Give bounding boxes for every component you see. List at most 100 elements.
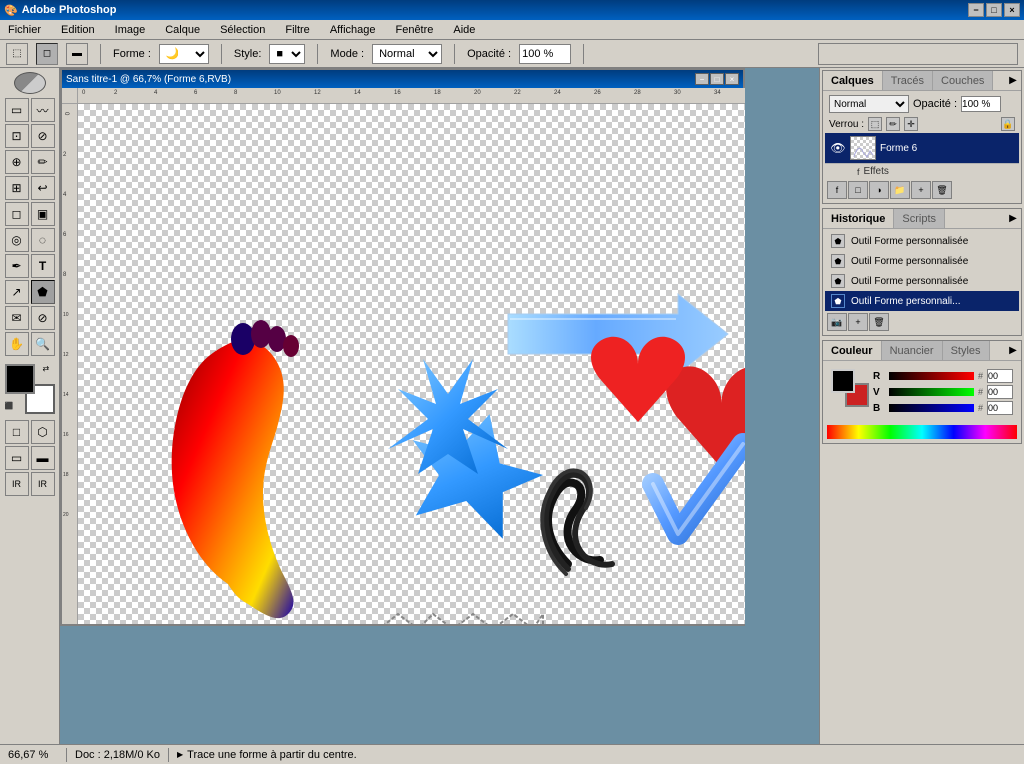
brush-tool[interactable]: ✏ bbox=[31, 150, 55, 174]
layer-style-button[interactable]: f bbox=[827, 181, 847, 199]
text-tool[interactable]: T bbox=[31, 254, 55, 278]
zoom-tool[interactable]: 🔍 bbox=[31, 332, 55, 356]
history-item-1[interactable]: ⬟ Outil Forme personnalisée bbox=[825, 231, 1019, 251]
menu-selection[interactable]: Sélection bbox=[216, 22, 269, 38]
menu-filtre[interactable]: Filtre bbox=[281, 22, 313, 38]
menu-calque[interactable]: Calque bbox=[161, 22, 204, 38]
lock-all-button[interactable]: 🔒 bbox=[1001, 117, 1015, 131]
menu-aide[interactable]: Aide bbox=[449, 22, 479, 38]
quick-mask-button[interactable]: ⬡ bbox=[31, 420, 55, 444]
canvas-minimize-button[interactable]: − bbox=[695, 73, 709, 85]
eyedropper-tool[interactable]: ⊘ bbox=[31, 306, 55, 330]
history-actions-row: 📷 + 🗑 bbox=[825, 311, 1019, 333]
tool-row-1: ▭ 〰 bbox=[5, 98, 55, 122]
tab-couches[interactable]: Couches bbox=[933, 71, 993, 90]
default-colors-icon[interactable]: ⬛ bbox=[5, 402, 17, 414]
b-channel-bar[interactable] bbox=[889, 404, 974, 412]
g-channel-bar[interactable] bbox=[889, 388, 974, 396]
mode-select[interactable]: Normal bbox=[372, 44, 442, 64]
path-selection-tool[interactable]: ↗ bbox=[5, 280, 29, 304]
lock-transparent-button[interactable]: ⬚ bbox=[868, 117, 882, 131]
marquee-lasso-tool[interactable]: 〰 bbox=[31, 98, 55, 122]
blur-tool[interactable]: ◌ bbox=[31, 228, 55, 252]
clone-stamp-tool[interactable]: ⊞ bbox=[5, 176, 29, 200]
new-group-button[interactable]: 📁 bbox=[890, 181, 910, 199]
delete-layer-button[interactable]: 🗑 bbox=[932, 181, 952, 199]
imageready-button[interactable]: IR bbox=[5, 472, 29, 496]
lock-position-button[interactable]: ✛ bbox=[904, 117, 918, 131]
opacity-input[interactable] bbox=[961, 96, 1001, 112]
marquee-rect-tool[interactable]: ▭ bbox=[5, 98, 29, 122]
layer-item-forme6[interactable]: 👁 Forme 6 bbox=[825, 133, 1019, 163]
minimize-button[interactable]: − bbox=[968, 3, 984, 17]
history-item-4[interactable]: ⬟ Outil Forme personnali... bbox=[825, 291, 1019, 311]
close-button[interactable]: × bbox=[1004, 3, 1020, 17]
canvas-frame[interactable] bbox=[78, 104, 745, 624]
normal-mode-button[interactable]: □ bbox=[5, 420, 29, 444]
pen-tool[interactable]: ✒ bbox=[5, 254, 29, 278]
delete-state-button[interactable]: 🗑 bbox=[869, 313, 889, 331]
layer-visibility-toggle[interactable]: 👁 bbox=[830, 140, 846, 156]
swap-colors-icon[interactable]: ⇄ bbox=[43, 364, 55, 376]
forme-select[interactable]: 🌙 bbox=[159, 44, 209, 64]
notes-tool[interactable]: ✉ bbox=[5, 306, 29, 330]
menu-affichage[interactable]: Affichage bbox=[326, 22, 380, 38]
b-value-input[interactable] bbox=[987, 401, 1013, 415]
r-value-input[interactable] bbox=[987, 369, 1013, 383]
canvas-content[interactable] bbox=[78, 104, 745, 624]
crop-tool[interactable]: ⊡ bbox=[5, 124, 29, 148]
tab-nuancier[interactable]: Nuancier bbox=[882, 341, 943, 360]
color-picker-area[interactable] bbox=[818, 43, 1018, 65]
heal-brush-tool[interactable]: ⊕ bbox=[5, 150, 29, 174]
color-spectrum-bar[interactable] bbox=[827, 425, 1017, 439]
standard-screen-button[interactable]: ▭ bbox=[5, 446, 29, 470]
canvas-close-button[interactable]: × bbox=[725, 73, 739, 85]
foreground-color-swatch[interactable] bbox=[5, 364, 35, 394]
tab-traces[interactable]: Tracés bbox=[883, 71, 933, 90]
layers-menu-button[interactable]: ▶ bbox=[1005, 73, 1021, 89]
shape-tool[interactable]: ⬟ bbox=[31, 280, 55, 304]
fg-color-swatch[interactable] bbox=[831, 369, 855, 393]
blend-mode-select[interactable]: Normal bbox=[829, 95, 909, 113]
puzzle-shape bbox=[373, 614, 543, 624]
shape-mode-path[interactable]: ◻ bbox=[36, 43, 58, 65]
tab-scripts[interactable]: Scripts bbox=[894, 209, 945, 228]
spiral-shape-2 bbox=[546, 475, 612, 569]
color-menu-button[interactable]: ▶ bbox=[1005, 343, 1021, 359]
history-item-3[interactable]: ⬟ Outil Forme personnalisée bbox=[825, 271, 1019, 291]
maximize-button[interactable]: □ bbox=[986, 3, 1002, 17]
new-document-from-state-button[interactable]: + bbox=[848, 313, 868, 331]
full-screen-button[interactable]: ▬ bbox=[31, 446, 55, 470]
add-mask-button[interactable]: □ bbox=[848, 181, 868, 199]
new-layer-button[interactable]: + bbox=[911, 181, 931, 199]
opacite-input[interactable] bbox=[519, 44, 571, 64]
tab-couleur[interactable]: Couleur bbox=[823, 341, 882, 360]
menu-image[interactable]: Image bbox=[111, 22, 150, 38]
tab-calques[interactable]: Calques bbox=[823, 71, 883, 90]
history-item-2[interactable]: ⬟ Outil Forme personnalisée bbox=[825, 251, 1019, 271]
shape-mode-fill[interactable]: ▬ bbox=[66, 43, 88, 65]
canvas-maximize-button[interactable]: □ bbox=[710, 73, 724, 85]
menu-edition[interactable]: Edition bbox=[57, 22, 99, 38]
layers-panel-header: Calques Tracés Couches ▶ bbox=[823, 71, 1021, 91]
shape-mode-shape[interactable]: ⬚ bbox=[6, 43, 28, 65]
r-channel-bar[interactable] bbox=[889, 372, 974, 380]
lock-pixels-button[interactable]: ✏ bbox=[886, 117, 900, 131]
g-value-input[interactable] bbox=[987, 385, 1013, 399]
gradient-tool[interactable]: ▣ bbox=[31, 202, 55, 226]
new-adjustment-button[interactable]: ◑ bbox=[869, 181, 889, 199]
imageready2-button[interactable]: IR bbox=[31, 472, 55, 496]
tab-historique[interactable]: Historique bbox=[823, 209, 894, 228]
toe-2 bbox=[251, 320, 271, 348]
menu-fenetre[interactable]: Fenêtre bbox=[391, 22, 437, 38]
history-menu-button[interactable]: ▶ bbox=[1005, 211, 1021, 227]
tab-styles[interactable]: Styles bbox=[943, 341, 990, 360]
hand-tool[interactable]: ✋ bbox=[5, 332, 29, 356]
menu-fichier[interactable]: Fichier bbox=[4, 22, 45, 38]
dodge-tool[interactable]: ◎ bbox=[5, 228, 29, 252]
slice-tool[interactable]: ⊘ bbox=[31, 124, 55, 148]
history-brush-tool[interactable]: ↩ bbox=[31, 176, 55, 200]
style-select[interactable]: ■ bbox=[269, 44, 305, 64]
new-snapshot-button[interactable]: 📷 bbox=[827, 313, 847, 331]
eraser-tool[interactable]: ◻ bbox=[5, 202, 29, 226]
